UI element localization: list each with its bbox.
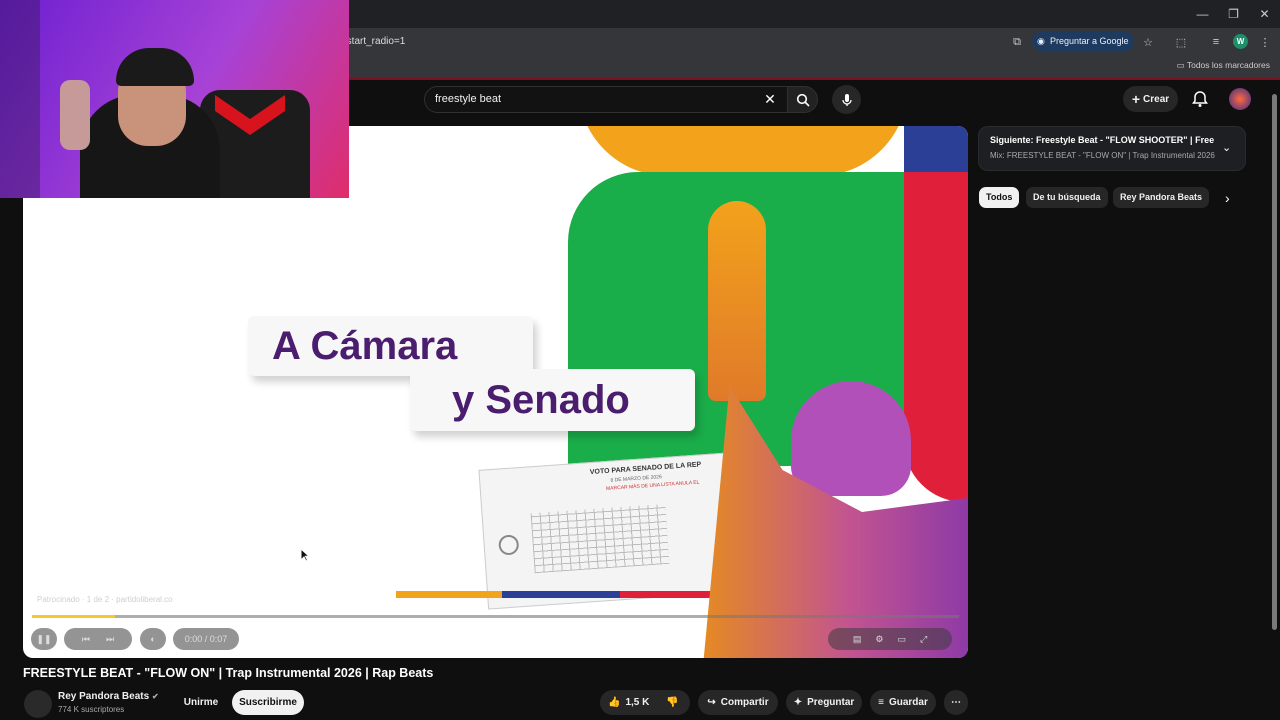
- fullscreen-icon[interactable]: ⤢: [920, 634, 927, 645]
- plus-icon: +: [1131, 91, 1141, 107]
- install-app-icon[interactable]: ⧉: [1008, 32, 1026, 52]
- figure-on-shelf: [60, 80, 90, 150]
- clear-search-icon[interactable]: ✕: [761, 90, 779, 108]
- video-title: FREESTYLE BEAT - "FLOW ON" | Trap Instru…: [23, 666, 434, 680]
- window-controls: — ❐ ✕: [1187, 0, 1280, 28]
- minimize-icon[interactable]: —: [1187, 0, 1218, 28]
- like-dislike-group: 👍 1,5 K 👎: [600, 690, 690, 715]
- person-head-silhouette: [791, 381, 911, 496]
- address-bar[interactable]: &start_radio=1: [340, 31, 1030, 53]
- orange-shape: [578, 126, 908, 176]
- chevron-right-icon[interactable]: ›: [1225, 190, 1230, 206]
- blue-shape: [904, 126, 968, 172]
- progress-fill: [32, 615, 116, 618]
- channel-name-text: Rey Pandora Beats: [58, 691, 150, 702]
- previous-icon[interactable]: ⏮: [82, 634, 90, 645]
- ask-google-label: Preguntar a Google: [1050, 36, 1129, 46]
- volume-button[interactable]: ◐: [140, 628, 166, 650]
- verified-icon: ✔: [151, 692, 159, 701]
- search-input[interactable]: freestyle beat: [424, 86, 788, 113]
- save-icon: ≡: [878, 697, 884, 708]
- wall-shadow: [0, 0, 40, 198]
- create-label: Crear: [1143, 93, 1170, 105]
- chip-channel[interactable]: Rey Pandora Beats: [1113, 187, 1210, 208]
- share-icon: ↪: [707, 697, 716, 708]
- bookmark-star-icon[interactable]: ☆: [1139, 32, 1157, 52]
- webcam-overlay: [0, 0, 349, 198]
- video-player[interactable]: VOTO PARA SENADO DE LA REP 8 DE MARZO DE…: [23, 126, 968, 658]
- subtitles-icon[interactable]: ▤: [853, 634, 862, 645]
- all-bookmarks-label: Todos los marcadores: [1186, 60, 1270, 70]
- settings-gear-icon[interactable]: ⚙: [875, 634, 883, 645]
- flag-bar-red: [620, 591, 724, 598]
- volume-icon: ◐: [150, 634, 156, 644]
- next-icon[interactable]: ⏭: [106, 634, 114, 645]
- channel-name[interactable]: Rey Pandora Beats ✔: [58, 691, 159, 702]
- flag-bar-blue: [502, 591, 620, 598]
- ask-button[interactable]: ✦ Preguntar: [786, 690, 862, 715]
- share-button[interactable]: ↪ Compartir: [698, 690, 778, 715]
- account-avatar[interactable]: [1229, 88, 1251, 110]
- ballot-logo: [498, 534, 520, 556]
- skip-controls: ⏮ ⏭: [64, 628, 132, 650]
- share-label: Compartir: [720, 697, 769, 708]
- subscriber-count: 774 K suscriptores: [58, 705, 125, 714]
- up-next-panel[interactable]: [978, 126, 1246, 171]
- ballot-paper: VOTO PARA SENADO DE LA REP 8 DE MARZO DE…: [478, 452, 738, 610]
- up-next-title[interactable]: Siguiente: Freestyle Beat - "FLOW SHOOTE…: [990, 135, 1215, 145]
- chip-todos[interactable]: Todos: [979, 187, 1020, 208]
- sparkle-icon: ✦: [793, 697, 803, 708]
- pause-icon: ❚❚: [36, 633, 52, 644]
- all-bookmarks-folder[interactable]: ▭ Todos los marcadores: [1177, 60, 1270, 71]
- search-button[interactable]: [787, 86, 818, 113]
- ask-google-button[interactable]: ◉ Preguntar a Google: [1032, 32, 1134, 51]
- scrollbar-thumb[interactable]: [1272, 94, 1277, 630]
- graphic-text-camara: A Cámara: [248, 316, 533, 376]
- graphic-text-senado: y Senado: [410, 369, 695, 431]
- create-button[interactable]: + Crear: [1123, 86, 1178, 112]
- voice-search-button[interactable]: [832, 85, 861, 114]
- media-control-icon[interactable]: ≡: [1207, 32, 1225, 52]
- lens-icon: ◉: [1037, 36, 1045, 46]
- thumbs-down-icon[interactable]: 👎: [666, 697, 678, 708]
- theater-mode-icon[interactable]: ▭: [897, 634, 906, 645]
- more-horizontal-icon: ⋯: [951, 697, 961, 708]
- chip-search[interactable]: De tu búsqueda: [1026, 187, 1108, 208]
- progress-track[interactable]: [32, 615, 959, 618]
- browser-menu-icon[interactable]: ⋮: [1256, 32, 1274, 52]
- red-shape: [904, 172, 968, 502]
- save-label: Guardar: [888, 697, 928, 708]
- folder-icon: ▭: [1176, 60, 1185, 70]
- notifications-bell-icon[interactable]: [1190, 89, 1210, 109]
- mouse-cursor-icon: [300, 548, 310, 562]
- sponsored-label[interactable]: Patrocinado · 1 de 2 · partidoliberal.co: [37, 595, 173, 604]
- channel-avatar[interactable]: [24, 690, 52, 718]
- flag-bar-orange: [396, 591, 502, 598]
- ballot-title: VOTO PARA SENADO DE LA REP: [589, 461, 702, 477]
- close-icon[interactable]: ✕: [1249, 0, 1280, 28]
- more-actions-button[interactable]: ⋯: [944, 690, 968, 715]
- join-button[interactable]: Unirme: [176, 690, 226, 715]
- extensions-icon[interactable]: ⬚: [1172, 32, 1190, 52]
- subscribe-button[interactable]: Suscribirme: [232, 690, 304, 715]
- search-icon: [796, 93, 810, 107]
- right-controls: ▤ ⚙ ▭ ⤢: [828, 628, 952, 650]
- ask-label: Preguntar: [807, 697, 855, 708]
- time-display: 0:00 / 0:07: [173, 628, 239, 650]
- save-button[interactable]: ≡ Guardar: [870, 690, 936, 715]
- ballot-grid: [530, 503, 670, 574]
- like-count[interactable]: 1,5 K: [625, 697, 649, 708]
- streamer-cap: [116, 48, 194, 86]
- pause-button[interactable]: ❚❚: [31, 628, 57, 650]
- chevron-down-icon[interactable]: ⌄: [1222, 141, 1231, 154]
- up-next-subtitle: Mix: FREESTYLE BEAT - "FLOW ON" | Trap I…: [990, 151, 1215, 160]
- thumbs-up-icon[interactable]: 👍: [608, 697, 620, 708]
- profile-avatar[interactable]: W: [1233, 34, 1248, 49]
- microphone-icon: [841, 93, 852, 106]
- restore-icon[interactable]: ❐: [1218, 0, 1249, 28]
- raised-arm-silhouette: [708, 201, 766, 401]
